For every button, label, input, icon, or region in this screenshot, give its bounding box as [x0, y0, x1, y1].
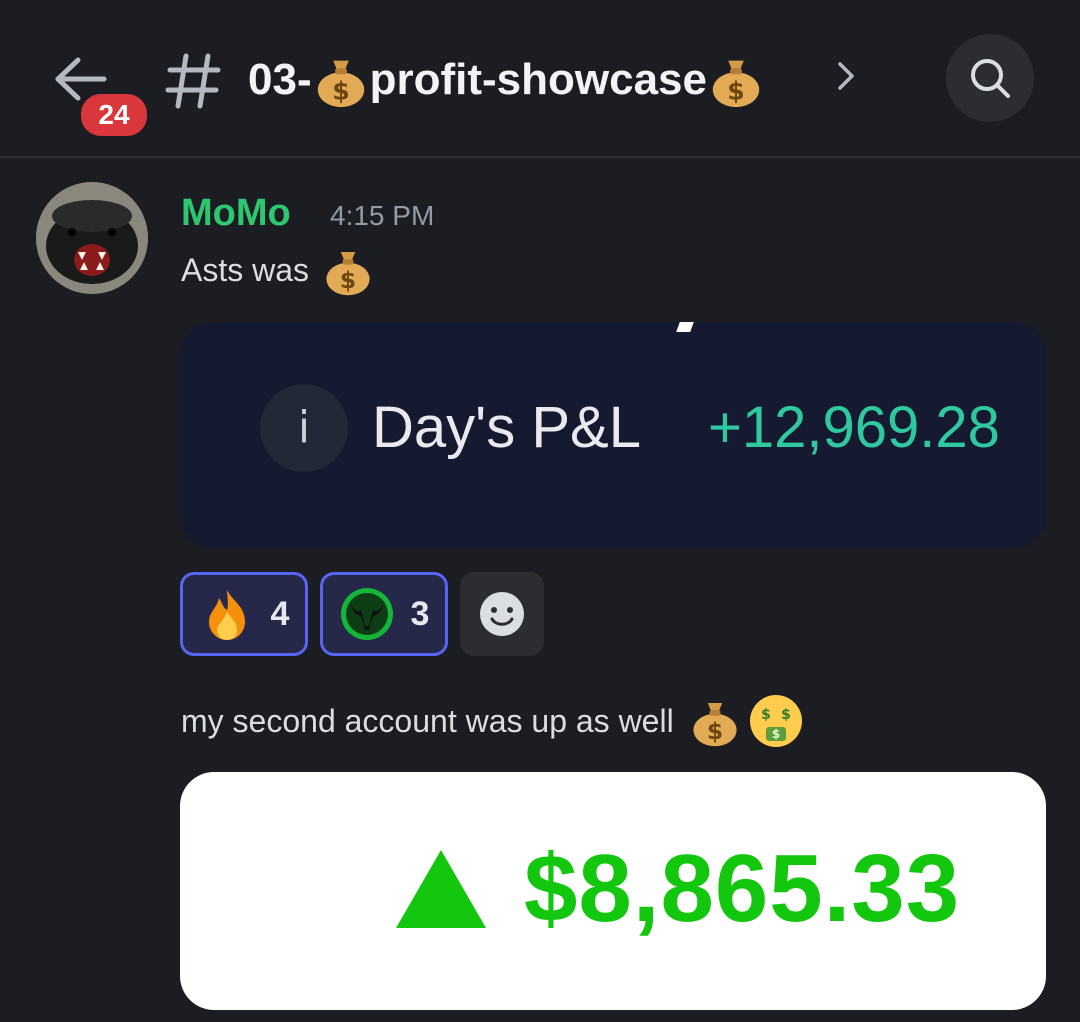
honey-badger-avatar-image [36, 182, 148, 294]
pnl-value: +12,969.28 [708, 395, 1000, 460]
channel-title[interactable]: 03- $ profit-showcase $ [248, 50, 765, 110]
unread-badge: 24 [77, 90, 151, 140]
message-timestamp: 4:15 PM [330, 200, 435, 231]
svg-text:$: $ [781, 707, 791, 723]
money-bag-icon: $ [317, 60, 364, 108]
chevron-right-icon[interactable] [834, 58, 858, 94]
reaction-fire[interactable]: 4 [180, 572, 308, 656]
cropped-glyph [676, 322, 694, 332]
money-mouth-face-icon: $ $ $ [749, 695, 802, 747]
svg-text:$: $ [340, 266, 356, 294]
reaction-count: 3 [410, 594, 430, 633]
message-text-line: Asts was [181, 251, 310, 288]
channel-name-prefix: 03- [248, 55, 312, 104]
pnl-image-attachment[interactable]: i Day's P&L +12,969.28 [180, 322, 1046, 548]
hashtag-icon [165, 53, 221, 109]
reaction-count: 4 [270, 594, 290, 633]
up-triangle-icon [396, 850, 486, 928]
gain-value: $8,865.33 [524, 835, 961, 942]
reaction-bull-badge[interactable]: 3 [320, 572, 448, 656]
info-icon: i [260, 384, 348, 472]
message-text-line: my second account was up as well [181, 702, 674, 739]
svg-text:$: $ [332, 76, 349, 105]
search-button[interactable] [946, 34, 1034, 122]
search-icon [971, 59, 1010, 98]
pnl-label: Day's P&L [372, 395, 641, 460]
svg-text:$: $ [772, 727, 780, 741]
bull-badge-icon [340, 588, 393, 640]
smiley-icon [480, 592, 524, 636]
channel-name: profit-showcase [369, 55, 707, 104]
message-text-2: my second account was up as well $ $ $ $ [181, 690, 804, 752]
money-bag-icon: $ [326, 252, 370, 296]
add-reaction-button[interactable] [460, 572, 544, 656]
author-name[interactable]: MoMo [181, 192, 291, 235]
channel-header: 24 03- $ profit-showcase $ [0, 0, 1080, 158]
fire-icon [208, 590, 245, 640]
svg-text:$: $ [761, 707, 771, 723]
money-bag-icon: $ [693, 703, 737, 747]
message-text: Asts was $ [181, 240, 375, 300]
money-bag-icon: $ [712, 60, 760, 108]
svg-text:$: $ [707, 717, 723, 745]
svg-text:$: $ [727, 76, 744, 105]
gain-image-attachment[interactable]: $8,865.33 [180, 772, 1046, 1010]
avatar[interactable] [36, 182, 148, 294]
